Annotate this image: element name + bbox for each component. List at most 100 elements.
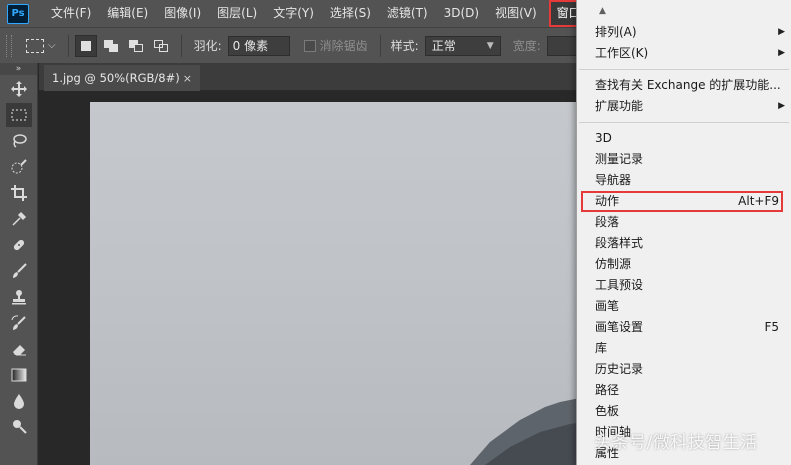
menu-item-brush-settings[interactable]: 画笔设置 F5 [577, 317, 791, 338]
menu-item-label: 动作 [595, 194, 620, 208]
move-icon[interactable] [6, 77, 32, 101]
antialias-label: 消除锯齿 [319, 39, 368, 53]
crop-icon[interactable] [6, 181, 32, 205]
options-grip[interactable] [6, 34, 12, 57]
menu-item-shortcut: Alt+F9 [738, 194, 779, 208]
eyedropper-icon[interactable] [6, 207, 32, 231]
menu-type[interactable]: 文字(Y) [265, 0, 322, 27]
style-label: 样式: [390, 39, 419, 53]
clone-stamp-icon[interactable] [6, 285, 32, 309]
submenu-arrow-icon: ▶ [778, 48, 785, 58]
menu-item-label: 测量记录 [595, 152, 644, 166]
menu-layer[interactable]: 图层(L) [209, 0, 265, 27]
menu-item-label: 导航器 [595, 173, 632, 187]
image-canvas[interactable] [90, 102, 600, 465]
menu-divider [579, 122, 789, 123]
style-select-value: 正常 [431, 38, 456, 53]
menu-select[interactable]: 选择(S) [322, 0, 379, 27]
menu-item-label: 段落样式 [595, 236, 644, 250]
menu-item-label: 画笔 [595, 299, 620, 313]
menu-item-label: 路径 [595, 383, 620, 397]
menu-divider [579, 69, 789, 70]
collapse-panel-icon[interactable]: » [0, 63, 37, 75]
menu-item-label: 排列(A) [595, 25, 637, 39]
chevron-down-icon: ▼ [486, 40, 494, 51]
add-selection-icon [103, 39, 118, 52]
intersect-selection-button[interactable] [150, 35, 172, 57]
menu-item-label: 段落 [595, 215, 620, 229]
watermark-text: 头条号/微科技智生活 [594, 433, 758, 453]
menu-item-libraries[interactable]: 库 [577, 338, 791, 359]
history-brush-icon[interactable] [6, 311, 32, 335]
new-selection-button[interactable] [74, 34, 97, 57]
tool-preset-marquee-icon[interactable] [26, 38, 44, 53]
divider [67, 34, 69, 57]
menu-item-swatches[interactable]: 色板 [577, 401, 791, 422]
window-menu-dropdown: ▲ 排列(A) ▶ 工作区(K) ▶ 查找有关 Exchange 的扩展功能..… [576, 0, 791, 465]
mountain-silhouette-image [470, 394, 600, 465]
antialias-checkbox[interactable] [303, 39, 316, 52]
rect-marquee-icon[interactable] [6, 103, 32, 127]
intersect-selection-icon [153, 39, 168, 52]
brush-icon[interactable] [6, 259, 32, 283]
menu-item-paragraph[interactable]: 段落 [577, 212, 791, 233]
feather-input[interactable]: 0 像素 [227, 35, 290, 56]
menu-item-history[interactable]: 历史记录 [577, 359, 791, 380]
menu-item-paragraph-styles[interactable]: 段落样式 [577, 233, 791, 254]
style-select[interactable]: 正常 ▼ [424, 35, 501, 56]
menu-file[interactable]: 文件(F) [43, 0, 99, 27]
width-input[interactable] [546, 35, 577, 56]
subtract-selection-button[interactable] [125, 35, 147, 57]
close-icon[interactable]: × [183, 72, 192, 85]
scroll-up-icon[interactable]: ▲ [577, 0, 791, 22]
menu-edit[interactable]: 编辑(E) [99, 0, 156, 27]
healing-brush-icon[interactable] [6, 233, 32, 257]
chevron-down-icon[interactable]: ⌵ [48, 40, 56, 51]
menu-view[interactable]: 视图(V) [487, 0, 545, 27]
menu-item-label: 工作区(K) [595, 46, 649, 60]
blur-icon[interactable] [6, 389, 32, 413]
divider [379, 34, 381, 57]
lasso-icon[interactable] [6, 129, 32, 153]
menu-image[interactable]: 图像(I) [156, 0, 209, 27]
eraser-icon[interactable] [6, 337, 32, 361]
menu-3d[interactable]: 3D(D) [436, 0, 487, 27]
menu-item-shortcut: F5 [764, 320, 779, 334]
feather-label: 羽化: [193, 39, 222, 53]
menu-item-paths[interactable]: 路径 [577, 380, 791, 401]
menu-item-3d[interactable]: 3D [577, 128, 791, 149]
menu-item-label: 历史记录 [595, 362, 644, 376]
menu-item-label: 3D [595, 131, 612, 145]
menu-item-clone-source[interactable]: 仿制源 [577, 254, 791, 275]
width-label: 宽度: [512, 39, 541, 53]
document-tab-title: 1.jpg @ 50%(RGB/8#) [52, 71, 180, 85]
menu-item-label: 扩展功能 [595, 99, 644, 113]
menu-item-label: 色板 [595, 404, 620, 418]
submenu-arrow-icon: ▶ [778, 101, 785, 111]
menu-filter[interactable]: 滤镜(T) [379, 0, 436, 27]
submenu-arrow-icon: ▶ [778, 27, 785, 37]
menu-item-navigator[interactable]: 导航器 [577, 170, 791, 191]
menu-item-workspace[interactable]: 工作区(K) ▶ [577, 43, 791, 64]
menu-item-label: 仿制源 [595, 257, 632, 271]
document-tab[interactable]: 1.jpg @ 50%(RGB/8#) × [44, 65, 200, 91]
menu-item-label: 画笔设置 [595, 320, 644, 334]
menu-item-find-extensions[interactable]: 查找有关 Exchange 的扩展功能... [577, 75, 791, 96]
divider [180, 34, 182, 57]
new-selection-icon [80, 40, 91, 51]
menu-item-tool-presets[interactable]: 工具预设 [577, 275, 791, 296]
gradient-icon[interactable] [6, 363, 32, 387]
quick-select-icon[interactable] [6, 155, 32, 179]
dodge-icon[interactable] [6, 415, 32, 439]
menu-item-measurement-log[interactable]: 测量记录 [577, 149, 791, 170]
menu-item-label: 工具预设 [595, 278, 644, 292]
tools-panel: » [0, 63, 38, 465]
menu-item-brushes[interactable]: 画笔 [577, 296, 791, 317]
menu-item-extensions[interactable]: 扩展功能 ▶ [577, 96, 791, 117]
menu-item-label: 库 [595, 341, 608, 355]
menu-item-arrange[interactable]: 排列(A) ▶ [577, 22, 791, 43]
subtract-selection-icon [128, 39, 143, 52]
add-selection-button[interactable] [100, 35, 122, 57]
menu-item-actions[interactable]: 动作 Alt+F9 [581, 191, 783, 212]
photoshop-logo: Ps [7, 3, 29, 24]
